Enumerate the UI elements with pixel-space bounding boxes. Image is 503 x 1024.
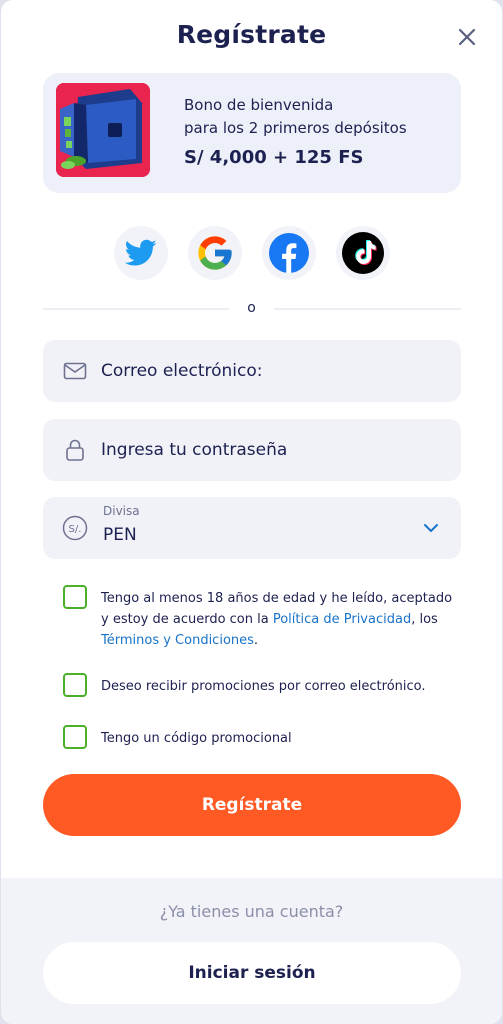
email-field[interactable] (43, 340, 461, 402)
password-input[interactable] (101, 419, 451, 481)
privacy-policy-link[interactable]: Política de Privacidad (273, 612, 411, 627)
welcome-bonus-banner: Bono de bienvenida para los 2 primeros d… (43, 73, 461, 193)
register-button[interactable]: Regístrate (43, 774, 461, 836)
close-icon[interactable] (456, 26, 478, 48)
password-field[interactable] (43, 419, 461, 481)
promo-code-checkbox[interactable] (63, 725, 87, 749)
currency-sol-icon: S/. (62, 515, 88, 541)
bonus-subtitle: para los 2 primeros depósitos (184, 119, 407, 137)
twitter-icon (124, 239, 156, 266)
promotions-text: Deseo recibir promociones por correo ele… (101, 679, 426, 694)
terms-checkbox[interactable] (63, 585, 87, 609)
facebook-icon (268, 233, 309, 273)
safe-with-money-illustration (56, 83, 150, 177)
currency-select[interactable]: S/. Divisa PEN (43, 497, 461, 559)
terms-text-middle: , los (411, 612, 438, 627)
tiktok-login-button[interactable] (335, 226, 390, 280)
promotions-checkbox-row: Deseo recibir promociones por correo ele… (63, 673, 463, 699)
terms-checkbox-row: Tengo al menos 18 años de edad y he leíd… (63, 585, 463, 649)
login-button[interactable]: Iniciar sesión (43, 942, 461, 1004)
chevron-down-icon (424, 524, 438, 532)
twitter-login-button[interactable] (113, 226, 168, 280)
envelope-icon (63, 362, 87, 380)
promo-code-text: Tengo un código promocional (101, 731, 292, 746)
terms-text-after: . (253, 633, 259, 648)
terms-conditions-link[interactable]: Términos y Condiciones (101, 633, 254, 648)
divider-right (274, 308, 461, 310)
have-account-text: ¿Ya tienes una cuenta? (159, 902, 344, 921)
tiktok-icon (341, 232, 384, 274)
currency-label: Divisa (103, 504, 140, 518)
email-input[interactable] (101, 340, 451, 402)
google-icon (197, 236, 232, 270)
modal-title: Regístrate (176, 20, 327, 49)
modal-header: Regístrate (1, 0, 502, 72)
login-footer: ¿Ya tienes una cuenta? Iniciar sesión (1, 878, 502, 1024)
lock-icon (66, 439, 84, 461)
promotions-checkbox[interactable] (63, 673, 87, 697)
currency-value: PEN (103, 525, 137, 545)
google-login-button[interactable] (187, 226, 242, 280)
bonus-amount: S/ 4,000 + 125 FS (184, 147, 364, 168)
bonus-title: Bono de bienvenida (184, 96, 334, 114)
social-login-buttons (1, 226, 502, 280)
svg-text:S/.: S/. (69, 524, 82, 535)
facebook-login-button[interactable] (261, 226, 316, 280)
registration-modal: Regístrate Bono de bienvenida para los 2… (1, 0, 502, 1024)
promo-code-checkbox-row: Tengo un código promocional (63, 725, 463, 751)
terms-text: Tengo al menos 18 años de edad y he leíd… (101, 588, 463, 651)
